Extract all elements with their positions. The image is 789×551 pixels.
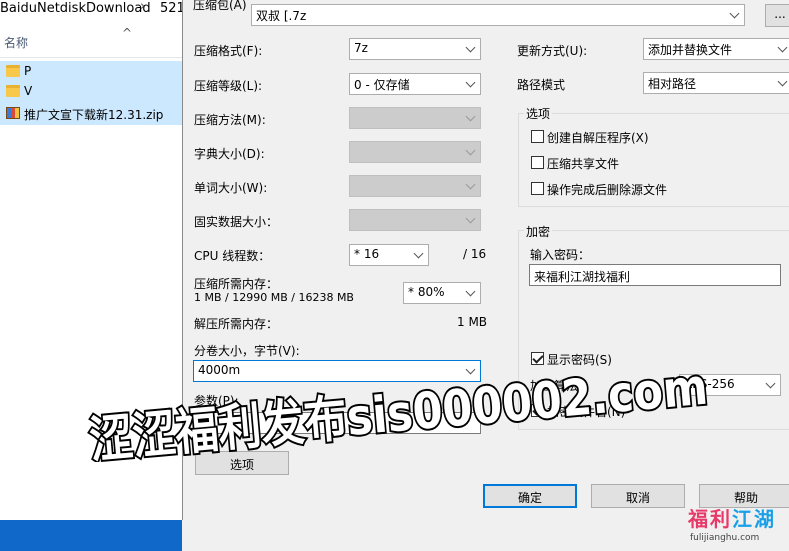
encryption-group-title: 加密 bbox=[524, 223, 553, 240]
logo-url: fulijianghu.com bbox=[690, 533, 760, 543]
update-mode-combo[interactable]: 添加并替换文件 bbox=[643, 38, 789, 60]
memory-percent-value: * 80% bbox=[408, 285, 445, 299]
column-header-name[interactable]: ^ 名称 bbox=[0, 26, 182, 58]
chevron-down-icon bbox=[766, 378, 776, 388]
options-button[interactable]: 选项 bbox=[195, 451, 289, 475]
chevron-down-icon bbox=[730, 8, 740, 18]
list-item[interactable]: V bbox=[0, 81, 182, 103]
split-size-combo[interactable]: 4000m bbox=[193, 360, 481, 382]
chevron-down-icon bbox=[466, 179, 476, 189]
folder-icon bbox=[6, 65, 20, 77]
split-size-label: 分卷大小，字节(V): bbox=[194, 344, 300, 358]
method-combo[interactable] bbox=[349, 107, 481, 129]
chevron-down-icon bbox=[466, 111, 476, 121]
solid-size-label: 固实数据大小： bbox=[194, 215, 279, 229]
decompress-memory-value: 1 MB bbox=[457, 315, 488, 329]
shared-files-checkbox[interactable] bbox=[531, 156, 544, 169]
format-label: 压缩格式(F): bbox=[194, 44, 263, 58]
memory-values: 1 MB / 12990 MB / 16238 MB bbox=[194, 291, 354, 304]
chevron-down-icon bbox=[466, 364, 476, 374]
archive-label: 压缩包(A) bbox=[193, 0, 247, 12]
list-item[interactable]: 推广文宣下载新12.31.zip bbox=[0, 103, 182, 125]
dict-size-label: 字典大小(D): bbox=[194, 147, 265, 161]
cpu-threads-label: CPU 线程数： bbox=[194, 249, 271, 263]
password-input[interactable]: 来福利江湖找福利 bbox=[529, 264, 781, 286]
address-bar[interactable]: BaiduNetdiskDownload › 521 bbox=[0, 0, 182, 20]
chevron-down-icon bbox=[466, 286, 476, 296]
format-value: 7z bbox=[354, 41, 368, 55]
update-mode-value: 添加并替换文件 bbox=[648, 43, 733, 57]
cpu-threads-total: / 16 bbox=[463, 247, 487, 261]
list-item-label: P bbox=[24, 64, 32, 78]
level-value: 0 - 仅存储 bbox=[354, 78, 410, 92]
password-label: 输入密码： bbox=[530, 248, 591, 262]
params-input[interactable] bbox=[193, 412, 481, 434]
chevron-up-icon: ^ bbox=[122, 26, 133, 40]
taskbar[interactable] bbox=[0, 520, 182, 551]
breadcrumb-separator: › bbox=[140, 0, 146, 14]
chevron-down-icon bbox=[414, 248, 424, 258]
method-label: 压缩方法(M): bbox=[194, 113, 266, 127]
encrypt-names-checkbox[interactable] bbox=[531, 404, 544, 417]
format-combo[interactable]: 7z bbox=[349, 38, 481, 60]
zip-icon bbox=[6, 107, 20, 119]
memory-label: 压缩所需内存： bbox=[194, 277, 279, 291]
encryption-method-value: AES-256 bbox=[684, 377, 735, 391]
path-mode-label: 路径模式 bbox=[517, 78, 566, 92]
add-to-archive-dialog: 压缩包(A) 双叔 [.7z ... 压缩格式(F): 7z 压缩等级(L): … bbox=[182, 0, 789, 520]
level-label: 压缩等级(L): bbox=[194, 79, 263, 93]
decompress-memory-label: 解压所需内存： bbox=[194, 317, 279, 331]
sfx-label[interactable]: 创建自解压程序(X) bbox=[547, 129, 649, 146]
address-path[interactable]: BaiduNetdiskDownload bbox=[0, 1, 151, 16]
cpu-threads-value: * 16 bbox=[354, 247, 380, 261]
encrypt-names-label[interactable]: 加密文件名(N) bbox=[547, 403, 625, 420]
delete-source-checkbox[interactable] bbox=[531, 182, 544, 195]
list-item[interactable]: P bbox=[0, 61, 182, 83]
chevron-down-icon bbox=[466, 145, 476, 155]
sfx-checkbox[interactable] bbox=[531, 130, 544, 143]
address-next[interactable]: 521 bbox=[160, 1, 182, 16]
chevron-down-icon bbox=[778, 42, 788, 52]
memory-percent-combo[interactable]: * 80% bbox=[403, 282, 481, 304]
chevron-down-icon bbox=[778, 76, 788, 86]
level-combo[interactable]: 0 - 仅存储 bbox=[349, 73, 481, 95]
chevron-down-icon bbox=[466, 213, 476, 223]
options-group-title: 选项 bbox=[524, 105, 553, 122]
show-password-label[interactable]: 显示密码(S) bbox=[547, 351, 612, 368]
shared-files-label[interactable]: 压缩共享文件 bbox=[547, 155, 619, 172]
archive-path-value: 双叔 [.7z bbox=[256, 9, 307, 23]
file-explorer: BaiduNetdiskDownload › 521 ^ 名称 P V 推广文宣… bbox=[0, 0, 182, 520]
column-header-label: 名称 bbox=[4, 36, 29, 50]
word-size-label: 单词大小(W): bbox=[194, 181, 268, 195]
word-size-combo[interactable] bbox=[349, 175, 481, 197]
update-mode-label: 更新方式(U): bbox=[517, 44, 588, 58]
cpu-threads-combo[interactable]: * 16 bbox=[349, 244, 429, 266]
ok-button[interactable]: 确定 bbox=[483, 484, 577, 508]
list-item-label: 推广文宣下载新12.31.zip bbox=[24, 108, 164, 122]
dict-size-combo[interactable] bbox=[349, 141, 481, 163]
encryption-method-label: 加密算法 bbox=[530, 379, 579, 393]
split-size-value: 4000m bbox=[198, 363, 241, 377]
delete-source-label[interactable]: 操作完成后删除源文件 bbox=[547, 181, 667, 198]
chevron-down-icon bbox=[466, 42, 476, 52]
help-button[interactable]: 帮助 bbox=[699, 484, 789, 508]
path-mode-value: 相对路径 bbox=[648, 77, 697, 91]
list-item-label: V bbox=[24, 84, 33, 98]
cancel-button[interactable]: 取消 bbox=[591, 484, 685, 508]
path-mode-combo[interactable]: 相对路径 bbox=[643, 72, 789, 94]
folder-icon bbox=[6, 85, 20, 97]
show-password-checkbox[interactable] bbox=[531, 352, 544, 365]
params-label: 参数(P): bbox=[194, 394, 239, 408]
browse-button[interactable]: ... bbox=[765, 4, 789, 27]
encryption-method-combo[interactable]: AES-256 bbox=[679, 374, 781, 396]
archive-path-combo[interactable]: 双叔 [.7z bbox=[251, 4, 745, 26]
solid-size-combo[interactable] bbox=[349, 209, 481, 231]
chevron-down-icon bbox=[466, 77, 476, 87]
